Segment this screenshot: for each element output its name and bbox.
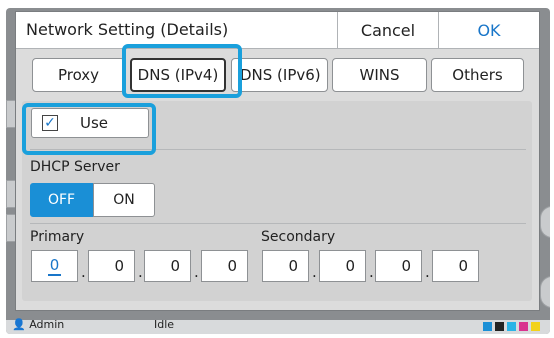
secondary-octet-3[interactable]: 0 xyxy=(375,250,422,282)
octet-separator: . xyxy=(194,263,199,281)
dialog-title: Network Setting (Details) xyxy=(26,20,229,39)
tab-others[interactable]: Others xyxy=(431,58,524,92)
background-panel xyxy=(540,276,550,308)
primary-octet-3[interactable]: 0 xyxy=(144,250,191,282)
cancel-button[interactable]: Cancel xyxy=(337,12,438,48)
ink-level-icon xyxy=(531,322,540,331)
secondary-octet-2[interactable]: 0 xyxy=(319,250,366,282)
primary-label: Primary xyxy=(30,229,85,245)
dhcp-server-label: DHCP Server xyxy=(30,159,120,175)
octet-separator: . xyxy=(369,263,374,281)
octet-separator: . xyxy=(81,263,86,281)
octet-separator: . xyxy=(425,263,430,281)
use-highlight-outline xyxy=(22,103,156,155)
primary-octet-2[interactable]: 0 xyxy=(88,250,135,282)
network-setting-dialog: Network Setting (Details) Cancel OK Prox… xyxy=(15,11,540,311)
octet-separator: . xyxy=(312,263,317,281)
dialog-titlebar: Network Setting (Details) Cancel OK xyxy=(16,12,539,49)
background-panel xyxy=(540,206,550,238)
ink-levels xyxy=(483,322,540,331)
tab-dns-ipv6[interactable]: DNS (IPv6) xyxy=(231,58,328,92)
tab-wins[interactable]: WINS xyxy=(332,58,427,92)
ink-level-icon xyxy=(483,322,492,331)
machine-state: Idle xyxy=(154,318,175,331)
ink-level-icon xyxy=(495,322,504,331)
user-label: 👤 Admin xyxy=(12,318,65,331)
ok-button[interactable]: OK xyxy=(438,12,539,48)
tab-proxy[interactable]: Proxy xyxy=(32,58,125,92)
device-frame: 👤 Admin Idle Network Setting (Details) C… xyxy=(0,0,554,338)
ink-level-icon xyxy=(519,322,528,331)
dhcp-on-button[interactable]: ON xyxy=(93,183,155,217)
dhcp-off-button[interactable]: OFF xyxy=(30,183,93,217)
divider xyxy=(30,223,526,224)
secondary-octet-4[interactable]: 0 xyxy=(432,250,479,282)
secondary-label: Secondary xyxy=(261,229,336,245)
octet-separator: . xyxy=(138,263,143,281)
tab-bar: Proxy DNS (IPv4) DNS (IPv6) WINS Others xyxy=(16,49,539,101)
secondary-octet-1[interactable]: 0 xyxy=(262,250,309,282)
status-bar: 👤 Admin Idle xyxy=(6,318,550,334)
primary-octet-1[interactable]: 0 xyxy=(31,250,78,282)
primary-octet-4[interactable]: 0 xyxy=(201,250,248,282)
ink-level-icon xyxy=(507,322,516,331)
tab-highlight-outline xyxy=(122,44,242,98)
